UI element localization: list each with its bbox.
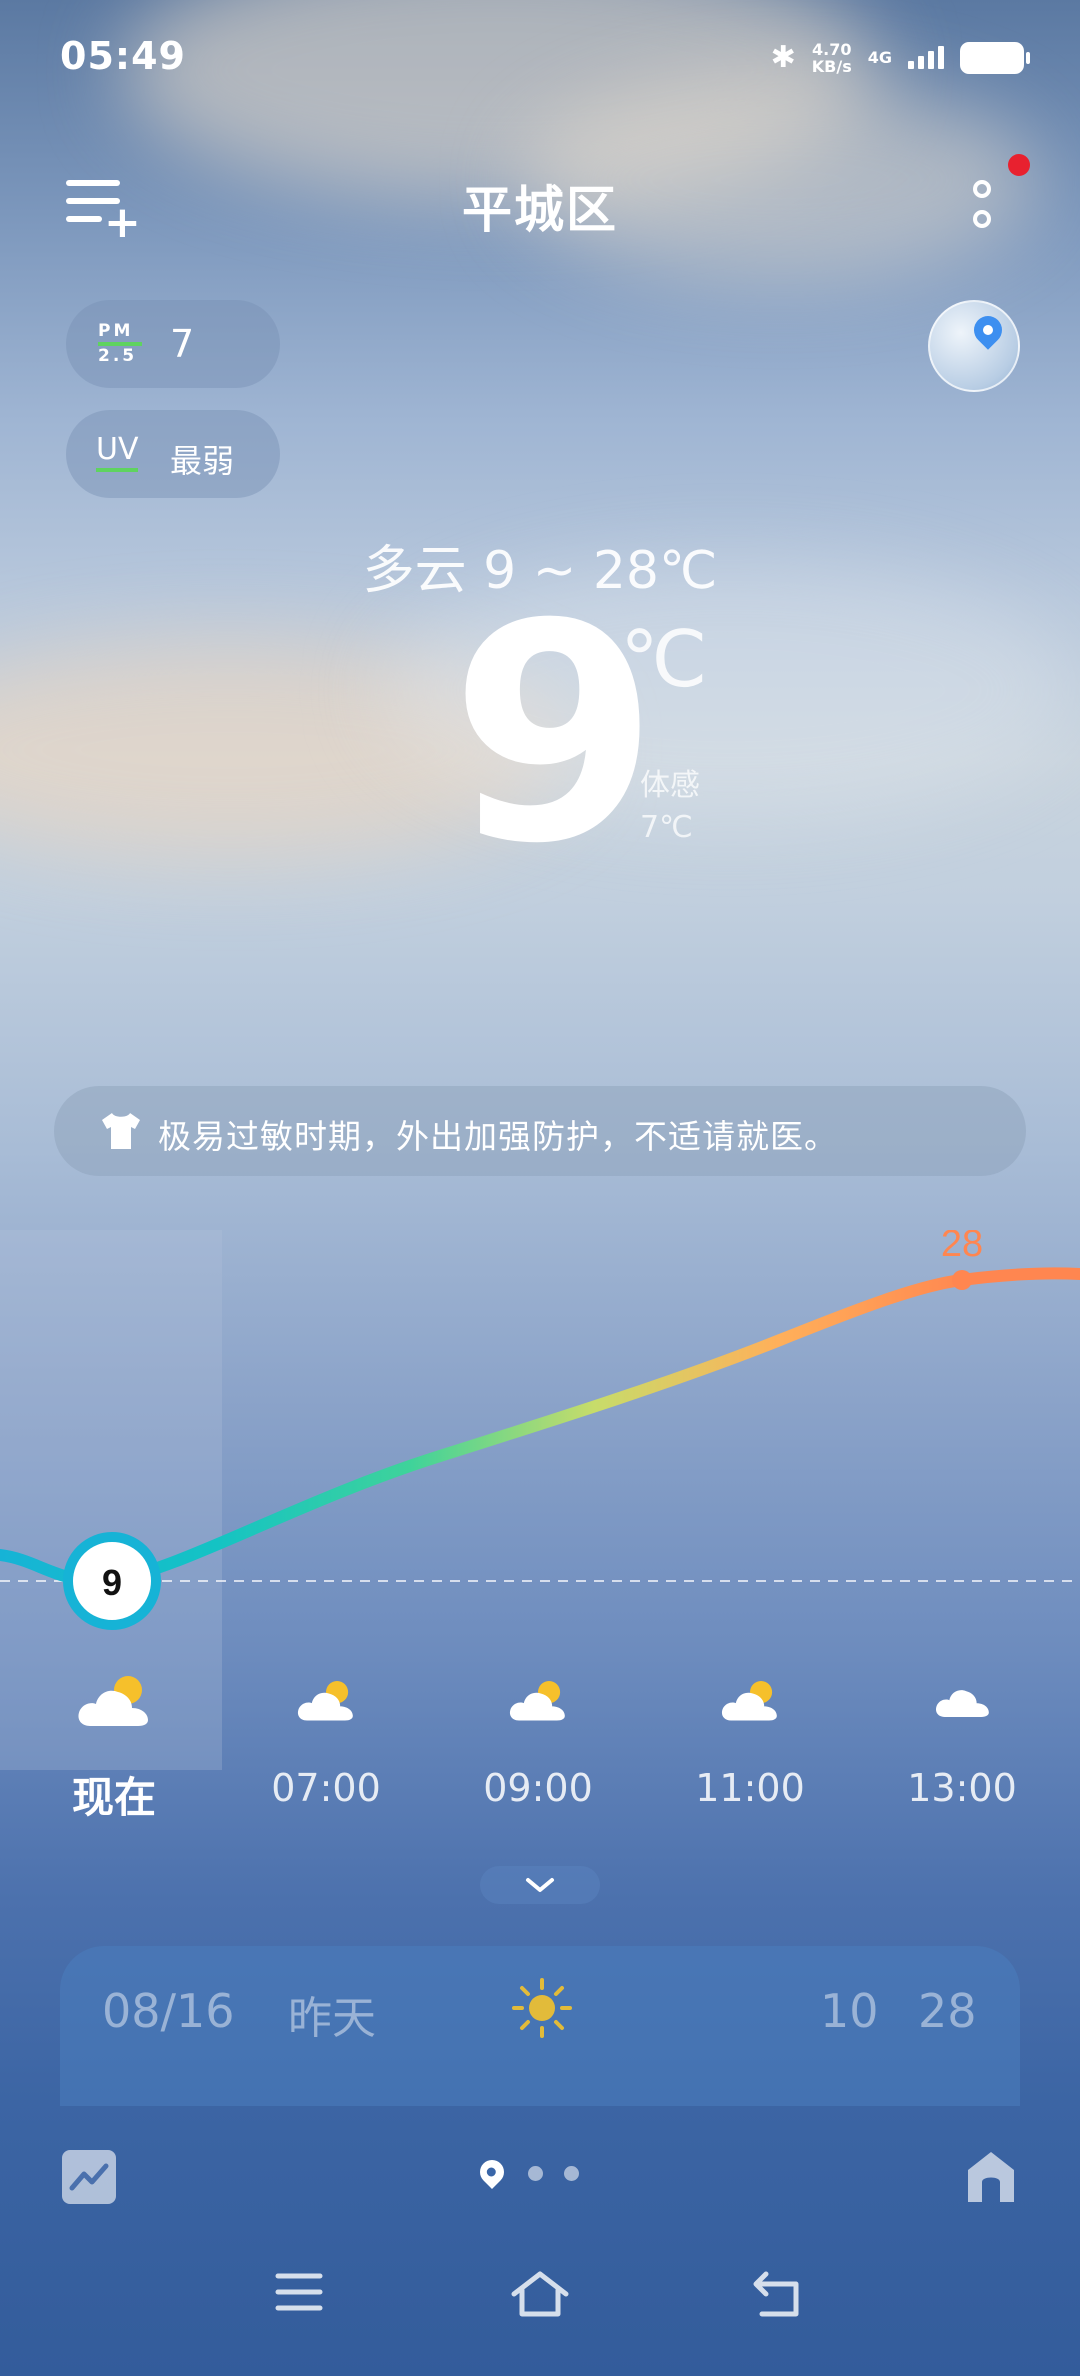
menu-icon[interactable]: [274, 2270, 324, 2314]
bottom-bar: [0, 2104, 1080, 2254]
network-type: 4G: [867, 48, 892, 67]
daily-day: 昨天: [288, 1993, 376, 2044]
hour-label: 11:00: [695, 1766, 805, 1810]
temperature-unit: ℃: [620, 615, 708, 705]
top-bar: + 平城区: [0, 160, 1080, 250]
partly-cloudy-icon: [297, 1681, 353, 1721]
now-temp-marker: 9: [102, 1562, 122, 1603]
pm25-value: 7: [170, 322, 195, 366]
status-time: 05:49: [60, 34, 186, 78]
expand-forecast-button[interactable]: [480, 1866, 600, 1904]
notification-dot: [1008, 154, 1030, 176]
partly-cloudy-icon: [509, 1681, 565, 1721]
partly-cloudy-icon: [78, 1676, 148, 1726]
hour-label: 09:00: [483, 1766, 593, 1810]
home-nav-icon[interactable]: [510, 2270, 570, 2320]
trend-icon: [69, 2163, 109, 2191]
back-icon[interactable]: [752, 2270, 808, 2320]
cloud-icon: [935, 1690, 989, 1717]
system-nav-bar: [0, 2270, 1080, 2350]
signal-icon: [908, 46, 944, 69]
uv-pill[interactable]: UV 最弱: [66, 410, 280, 498]
map-button[interactable]: [928, 300, 1020, 392]
bluetooth-icon: ✱: [770, 40, 796, 75]
uv-label: UV: [96, 434, 139, 472]
daily-low: 10: [820, 1984, 879, 2038]
page-indicator: [475, 2155, 600, 2196]
hour-label: 13:00: [907, 1766, 1017, 1810]
more-menu-button[interactable]: [970, 180, 1000, 250]
hour-label-now: 现在: [71, 1773, 156, 1822]
pm25-pill[interactable]: PM 2.5 7: [66, 300, 280, 388]
pm25-label: PM 2.5: [98, 322, 142, 366]
status-bar: 05:49 ✱ 4.70 KB/s 4G: [60, 34, 1030, 84]
partly-cloudy-icon: [721, 1681, 777, 1721]
home-icon[interactable]: [964, 2148, 1018, 2206]
trend-chart-button[interactable]: [62, 2150, 116, 2204]
shirt-icon: [102, 1113, 140, 1149]
network-speed: 4.70 KB/s: [811, 39, 852, 76]
uv-value: 最弱: [170, 442, 235, 480]
location-pin-icon: [968, 310, 1008, 350]
battery-icon: [960, 41, 1030, 74]
chevron-down-icon: [526, 1878, 554, 1892]
location-page-icon: [475, 2155, 509, 2189]
daily-high: 28: [918, 1984, 977, 2038]
hour-label: 07:00: [271, 1766, 381, 1810]
daily-date: 08/16: [102, 1984, 235, 2038]
hourly-forecast[interactable]: 28 9 现在 07:00 09:00 11:00 13:00: [0, 1230, 1080, 1822]
weather-screen: 05:49 ✱ 4.70 KB/s 4G + 平城区 PM 2.5 7 UV 最…: [0, 0, 1080, 2376]
city-title: 平城区: [462, 181, 618, 239]
max-temp-label: 28: [941, 1230, 983, 1265]
feels-like: 体感 7℃: [640, 768, 700, 845]
sun-icon: [512, 1978, 572, 2038]
tip-text: 极易过敏时期，外出加强防护，不适请就医。: [158, 1117, 838, 1156]
daily-forecast-card[interactable]: 08/16 昨天 10 28: [60, 1946, 1020, 2106]
allergy-tip-banner[interactable]: 极易过敏时期，外出加强防护，不适请就医。: [54, 1086, 1026, 1176]
